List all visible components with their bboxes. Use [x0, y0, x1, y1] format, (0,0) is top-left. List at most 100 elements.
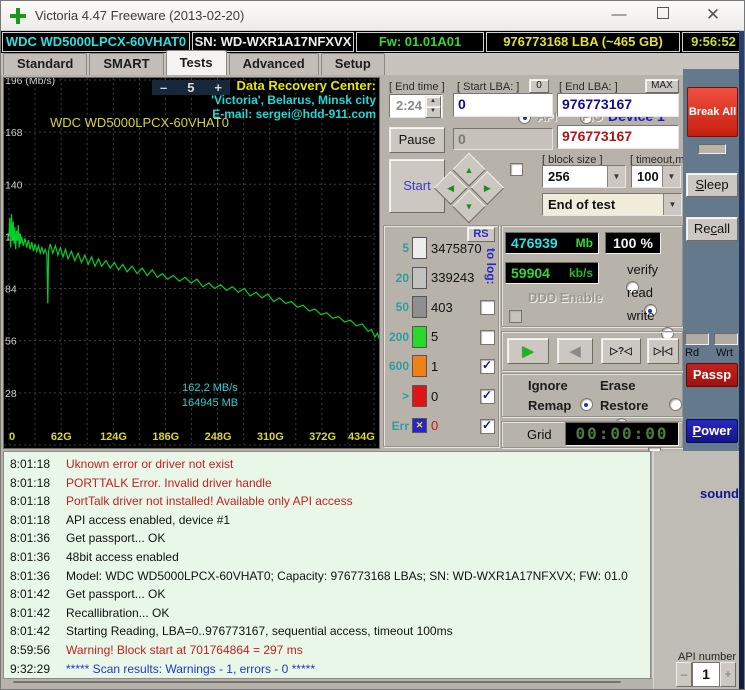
- x-tick-label: 0: [9, 431, 15, 443]
- end-lba-max-button[interactable]: MAX: [645, 79, 679, 93]
- speed-display: 59904 kb/s: [505, 262, 599, 284]
- bin-label: 200: [388, 329, 409, 344]
- x-tick-label: 248G: [205, 431, 232, 443]
- maximize-icon: [657, 7, 669, 19]
- log-message: Model: WDC WD5000LPCX-60VHAT0; Capacity:…: [66, 568, 628, 583]
- jog-option-checkbox[interactable]: [510, 163, 523, 177]
- erase-label: Erase: [600, 378, 636, 393]
- end-lba-readout[interactable]: 976773167: [557, 125, 679, 149]
- block-size-dropdown[interactable]: 256 ▼: [542, 165, 626, 188]
- api-number-minus-button[interactable]: –: [676, 662, 692, 687]
- y-tick-label: 196 (Mb/s): [5, 78, 55, 87]
- bin-count: 1: [431, 358, 439, 374]
- log-timestamp: 8:01:36: [9, 549, 50, 564]
- end-action-dropdown[interactable]: End of test ▼: [542, 193, 682, 216]
- play-button[interactable]: ▶: [507, 338, 549, 364]
- chevron-down-icon[interactable]: ▼: [662, 166, 680, 187]
- bin-log-checkbox[interactable]: [480, 388, 495, 404]
- end-time-label: [ End time ]: [389, 81, 445, 93]
- sleep-button[interactable]: Sleep: [686, 173, 738, 197]
- read-speed-trace: [8, 214, 379, 340]
- tab-standard[interactable]: Standard: [3, 53, 88, 75]
- ddd-enable-checkbox: [509, 310, 522, 324]
- read-activity-led: [685, 333, 709, 345]
- back-button[interactable]: ◀: [557, 338, 593, 364]
- percent-display: 100 %: [605, 232, 661, 254]
- seek-question-button[interactable]: ▷?◁: [601, 338, 641, 364]
- log-horizontal-scrollbar[interactable]: [13, 681, 621, 683]
- bin-error-swatch-icon: ✕: [412, 418, 427, 434]
- end-lba-input[interactable]: 976773167: [557, 93, 679, 117]
- log-message: PORTTALK Error. Invalid driver handle: [66, 475, 272, 490]
- bin-log-checkbox[interactable]: [480, 300, 495, 316]
- step-button[interactable]: ▷|◁: [647, 338, 679, 364]
- window-title: Victoria 4.47 Freeware (2013-02-20): [35, 8, 245, 23]
- log-timestamp: 8:01:36: [9, 531, 50, 546]
- sound-label: sound: [700, 486, 739, 501]
- bin-label: 20: [395, 270, 409, 285]
- percent-value: 100: [613, 235, 637, 251]
- bin-label: Err: [391, 418, 409, 433]
- power-button[interactable]: Power: [686, 419, 738, 443]
- block-size-value: 256: [548, 169, 570, 184]
- recall-label-post: all: [717, 221, 731, 236]
- ignore-label: Ignore: [528, 378, 568, 393]
- log-message: ***** Scan results: Warnings - 1, errors…: [66, 661, 315, 676]
- end-time-spinner[interactable]: 2:24 ▲ ▼: [389, 94, 443, 118]
- percent-unit: %: [640, 235, 653, 251]
- log-timestamp: 8:01:42: [9, 587, 50, 602]
- bin-label: 5: [402, 241, 409, 255]
- bin-log-checkbox[interactable]: [480, 329, 495, 345]
- y-tick-label: 56: [5, 336, 17, 348]
- tab-advanced[interactable]: Advanced: [228, 53, 319, 75]
- data-recovery-banner: Data Recovery Center: 'Victoria', Belaru…: [211, 78, 376, 122]
- log-timestamp: 8:01:18: [9, 512, 50, 527]
- mb-read-value: 476939: [511, 235, 558, 251]
- banner-line1: Data Recovery Center:: [236, 78, 376, 93]
- api-number-value: 1: [692, 662, 720, 687]
- bin-log-checkbox[interactable]: [480, 358, 495, 375]
- arrow-right-icon: ▶: [483, 182, 491, 193]
- speed-value: 59904: [511, 265, 550, 281]
- log-message: PortTalk driver not installed! Available…: [66, 494, 353, 509]
- tab-smart[interactable]: SMART: [89, 53, 164, 75]
- current-speed: 162,2 MB/s: [182, 382, 238, 394]
- api-number-plus-button[interactable]: +: [720, 662, 736, 687]
- bin-log-checkbox[interactable]: [480, 418, 495, 434]
- start-lba-input[interactable]: 0: [453, 93, 553, 117]
- read-led-label: Rd: [685, 347, 700, 359]
- ignore-radio[interactable]: [579, 398, 593, 412]
- close-button[interactable]: ✕: [691, 1, 735, 31]
- recall-button[interactable]: Recall: [686, 217, 738, 241]
- tab-setup[interactable]: Setup: [320, 53, 385, 75]
- sleep-label-post: leep: [704, 177, 729, 192]
- clock: 9:56:52: [682, 32, 744, 52]
- banner-line2: 'Victoria', Belarus, Minsk city: [211, 93, 376, 107]
- back-icon: ◀: [569, 343, 581, 360]
- banner-line3: E-mail: sergei@hdd-911.com: [212, 107, 376, 121]
- timeout-value: 100: [637, 169, 659, 184]
- end-time-value: 2:24: [395, 98, 423, 113]
- event-log[interactable]: 8:01:18 Uknown error or driver not exist 8…: [3, 451, 651, 679]
- chevron-down-icon[interactable]: ▼: [607, 166, 625, 187]
- chevron-down-icon[interactable]: ▼: [663, 194, 681, 215]
- x-tick-label: 186G: [152, 431, 179, 443]
- spin-down-icon[interactable]: ▼: [425, 106, 441, 118]
- maximize-button[interactable]: [641, 1, 685, 31]
- break-all-button[interactable]: Break All: [687, 87, 738, 137]
- log-entry: 8:01:18 PORTTALK Error. Invalid driver ha…: [4, 474, 650, 493]
- log-entry: 8:01:18 Uknown error or driver not exist: [4, 455, 650, 474]
- zoom-level: 5: [187, 80, 195, 95]
- timeout-dropdown[interactable]: 100 ▼: [631, 165, 681, 188]
- passport-button[interactable]: Passp: [686, 363, 738, 387]
- pause-button[interactable]: Pause: [389, 127, 445, 153]
- x-tick-label: 372G: [309, 431, 336, 443]
- log-message: Get passport... OK: [66, 587, 166, 602]
- start-lba-zero-button[interactable]: 0: [529, 79, 549, 93]
- bin-count: 403: [431, 299, 453, 315]
- tab-tests[interactable]: Tests: [165, 50, 227, 75]
- zoom-out-icon[interactable]: –: [160, 81, 167, 94]
- minimize-button[interactable]: —: [597, 1, 641, 31]
- log-entry: 8:01:18 PortTalk driver not installed! Av…: [4, 492, 650, 511]
- remap-label: Remap: [528, 398, 572, 413]
